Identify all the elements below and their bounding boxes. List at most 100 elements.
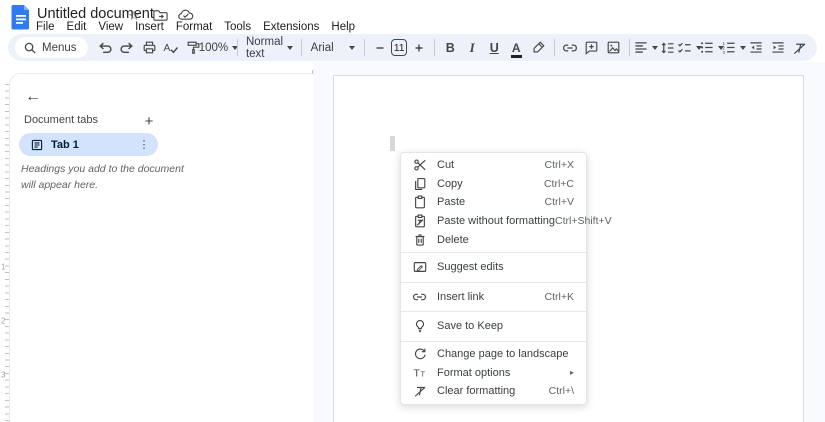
context-menu-item-copy[interactable]: Copy Ctrl+C (401, 175, 586, 194)
print-icon (142, 40, 157, 55)
document-tabs-heading: Document tabs (24, 114, 98, 126)
menu-format[interactable]: Format (170, 20, 218, 34)
clear-formatting-button[interactable] (789, 37, 810, 59)
font-value: Arial (311, 42, 334, 54)
menu-help[interactable]: Help (325, 20, 361, 34)
copy-icon (412, 176, 427, 191)
chevron-down-icon (349, 46, 355, 50)
bulleted-list-select[interactable] (701, 37, 722, 59)
suggest-edits-icon (412, 260, 427, 275)
add-comment-button[interactable] (581, 37, 602, 59)
align-left-icon (634, 41, 648, 54)
insert-image-button[interactable] (603, 37, 624, 59)
menu-extensions[interactable]: Extensions (257, 20, 325, 34)
checklist-select[interactable] (679, 37, 700, 59)
increase-indent-icon (771, 41, 785, 54)
context-menu-item-paste-without-formatting[interactable]: Paste without formatting Ctrl+Shift+V (401, 212, 586, 231)
highlighter-icon (531, 40, 546, 55)
menu-view[interactable]: View (92, 20, 129, 34)
text-color-icon: A (512, 42, 521, 54)
context-menu-item-delete[interactable]: Delete (401, 230, 586, 249)
decrease-indent-icon (749, 41, 763, 54)
delete-icon (412, 232, 427, 247)
spellcheck-button[interactable]: A (161, 37, 182, 59)
paste-icon (412, 195, 427, 210)
context-menu-item-change-page-to-landscape[interactable]: Change page to landscape (401, 345, 586, 364)
menu-edit[interactable]: Edit (61, 20, 93, 34)
underline-button[interactable]: U (484, 37, 505, 59)
clear-formatting-icon (412, 384, 427, 399)
vertical-ruler[interactable]: 1 2 3 4 5 (0, 80, 12, 422)
line-spacing-icon (660, 41, 675, 55)
toolbar-divider (629, 39, 630, 56)
add-tab-button[interactable]: + (138, 110, 160, 132)
decrease-indent-button[interactable] (745, 37, 766, 59)
print-button[interactable] (139, 37, 160, 59)
align-select[interactable] (635, 37, 656, 59)
toolbar-divider (301, 39, 302, 56)
image-icon (606, 40, 621, 55)
menus-search-button[interactable]: Menus (15, 37, 88, 58)
headings-hint-text: Headings you add to the document will ap… (21, 162, 189, 194)
highlight-color-button[interactable] (528, 37, 549, 59)
line-spacing-button[interactable] (657, 37, 678, 59)
menu-insert[interactable]: Insert (129, 20, 170, 34)
context-menu: Cut Ctrl+X Copy Ctrl+C (400, 152, 587, 405)
font-select[interactable]: Arial (307, 37, 359, 59)
zoom-select[interactable]: 100% (205, 37, 233, 59)
toolbar-divider (434, 39, 435, 56)
undo-button[interactable] (95, 37, 116, 59)
docs-logo-icon[interactable] (11, 4, 31, 30)
menu-bar: File Edit View Insert Format Tools Exten… (30, 20, 361, 34)
context-menu-item-cut[interactable]: Cut Ctrl+X (401, 156, 586, 175)
toolbar-divider (554, 39, 555, 56)
zoom-value: 100% (199, 42, 228, 54)
spellcheck-icon: A (163, 40, 179, 55)
menu-tools[interactable]: Tools (218, 20, 257, 34)
redo-icon (119, 40, 135, 55)
menu-file[interactable]: File (30, 20, 61, 34)
context-menu-item-clear-formatting[interactable]: Clear formatting Ctrl+\ (401, 382, 586, 401)
context-menu-item-format-options[interactable]: T T Format options ▸ (401, 363, 586, 382)
styles-select[interactable]: Normal text (243, 37, 296, 59)
toolbar-divider (364, 39, 365, 56)
submenu-arrow-icon: ▸ (570, 368, 574, 377)
ruler-mark: 1 (1, 263, 5, 272)
context-menu-item-suggest-edits[interactable]: Suggest edits (401, 258, 586, 277)
bold-button[interactable]: B (440, 37, 461, 59)
format-options-icon: T T (412, 365, 427, 380)
redo-button[interactable] (117, 37, 138, 59)
svg-text:T: T (420, 369, 425, 378)
menus-label: Menus (42, 42, 77, 54)
cut-icon (412, 158, 427, 173)
tab-options-icon[interactable]: ⋮ (136, 138, 152, 151)
numbered-list-select[interactable]: 1 2 3 (723, 37, 744, 59)
italic-button[interactable]: I (462, 37, 483, 59)
context-menu-item-insert-link[interactable]: Insert link Ctrl+K (401, 288, 586, 307)
tab-label: Tab 1 (51, 139, 79, 151)
keep-lightbulb-icon (412, 319, 427, 334)
insert-link-button[interactable] (559, 37, 580, 59)
svg-text:3: 3 (722, 50, 725, 54)
undo-icon (97, 40, 113, 55)
ruler-mark: 2 (1, 317, 5, 326)
clear-formatting-icon (792, 41, 807, 55)
svg-text:A: A (164, 43, 171, 54)
font-size-input[interactable]: 11 (391, 39, 407, 56)
styles-value: Normal text (246, 36, 283, 60)
context-menu-item-paste[interactable]: Paste Ctrl+V (401, 193, 586, 212)
text-color-button[interactable]: A (506, 37, 527, 59)
plus-icon: + (145, 113, 154, 130)
back-button[interactable]: ← (20, 84, 46, 110)
tab-document-icon (31, 139, 43, 151)
increase-font-size-button[interactable] (408, 37, 429, 59)
decrease-font-size-button[interactable] (369, 37, 390, 59)
svg-text:T: T (413, 367, 420, 379)
increase-indent-button[interactable] (767, 37, 788, 59)
paste-without-formatting-icon (412, 214, 427, 229)
search-icon (24, 42, 36, 54)
selected-paragraph-mark (390, 136, 395, 151)
sidebar-tab-1[interactable]: Tab 1 ⋮ (19, 133, 158, 156)
context-menu-item-save-to-keep[interactable]: Save to Keep (401, 317, 586, 336)
ruler-mark: 3 (1, 371, 5, 380)
